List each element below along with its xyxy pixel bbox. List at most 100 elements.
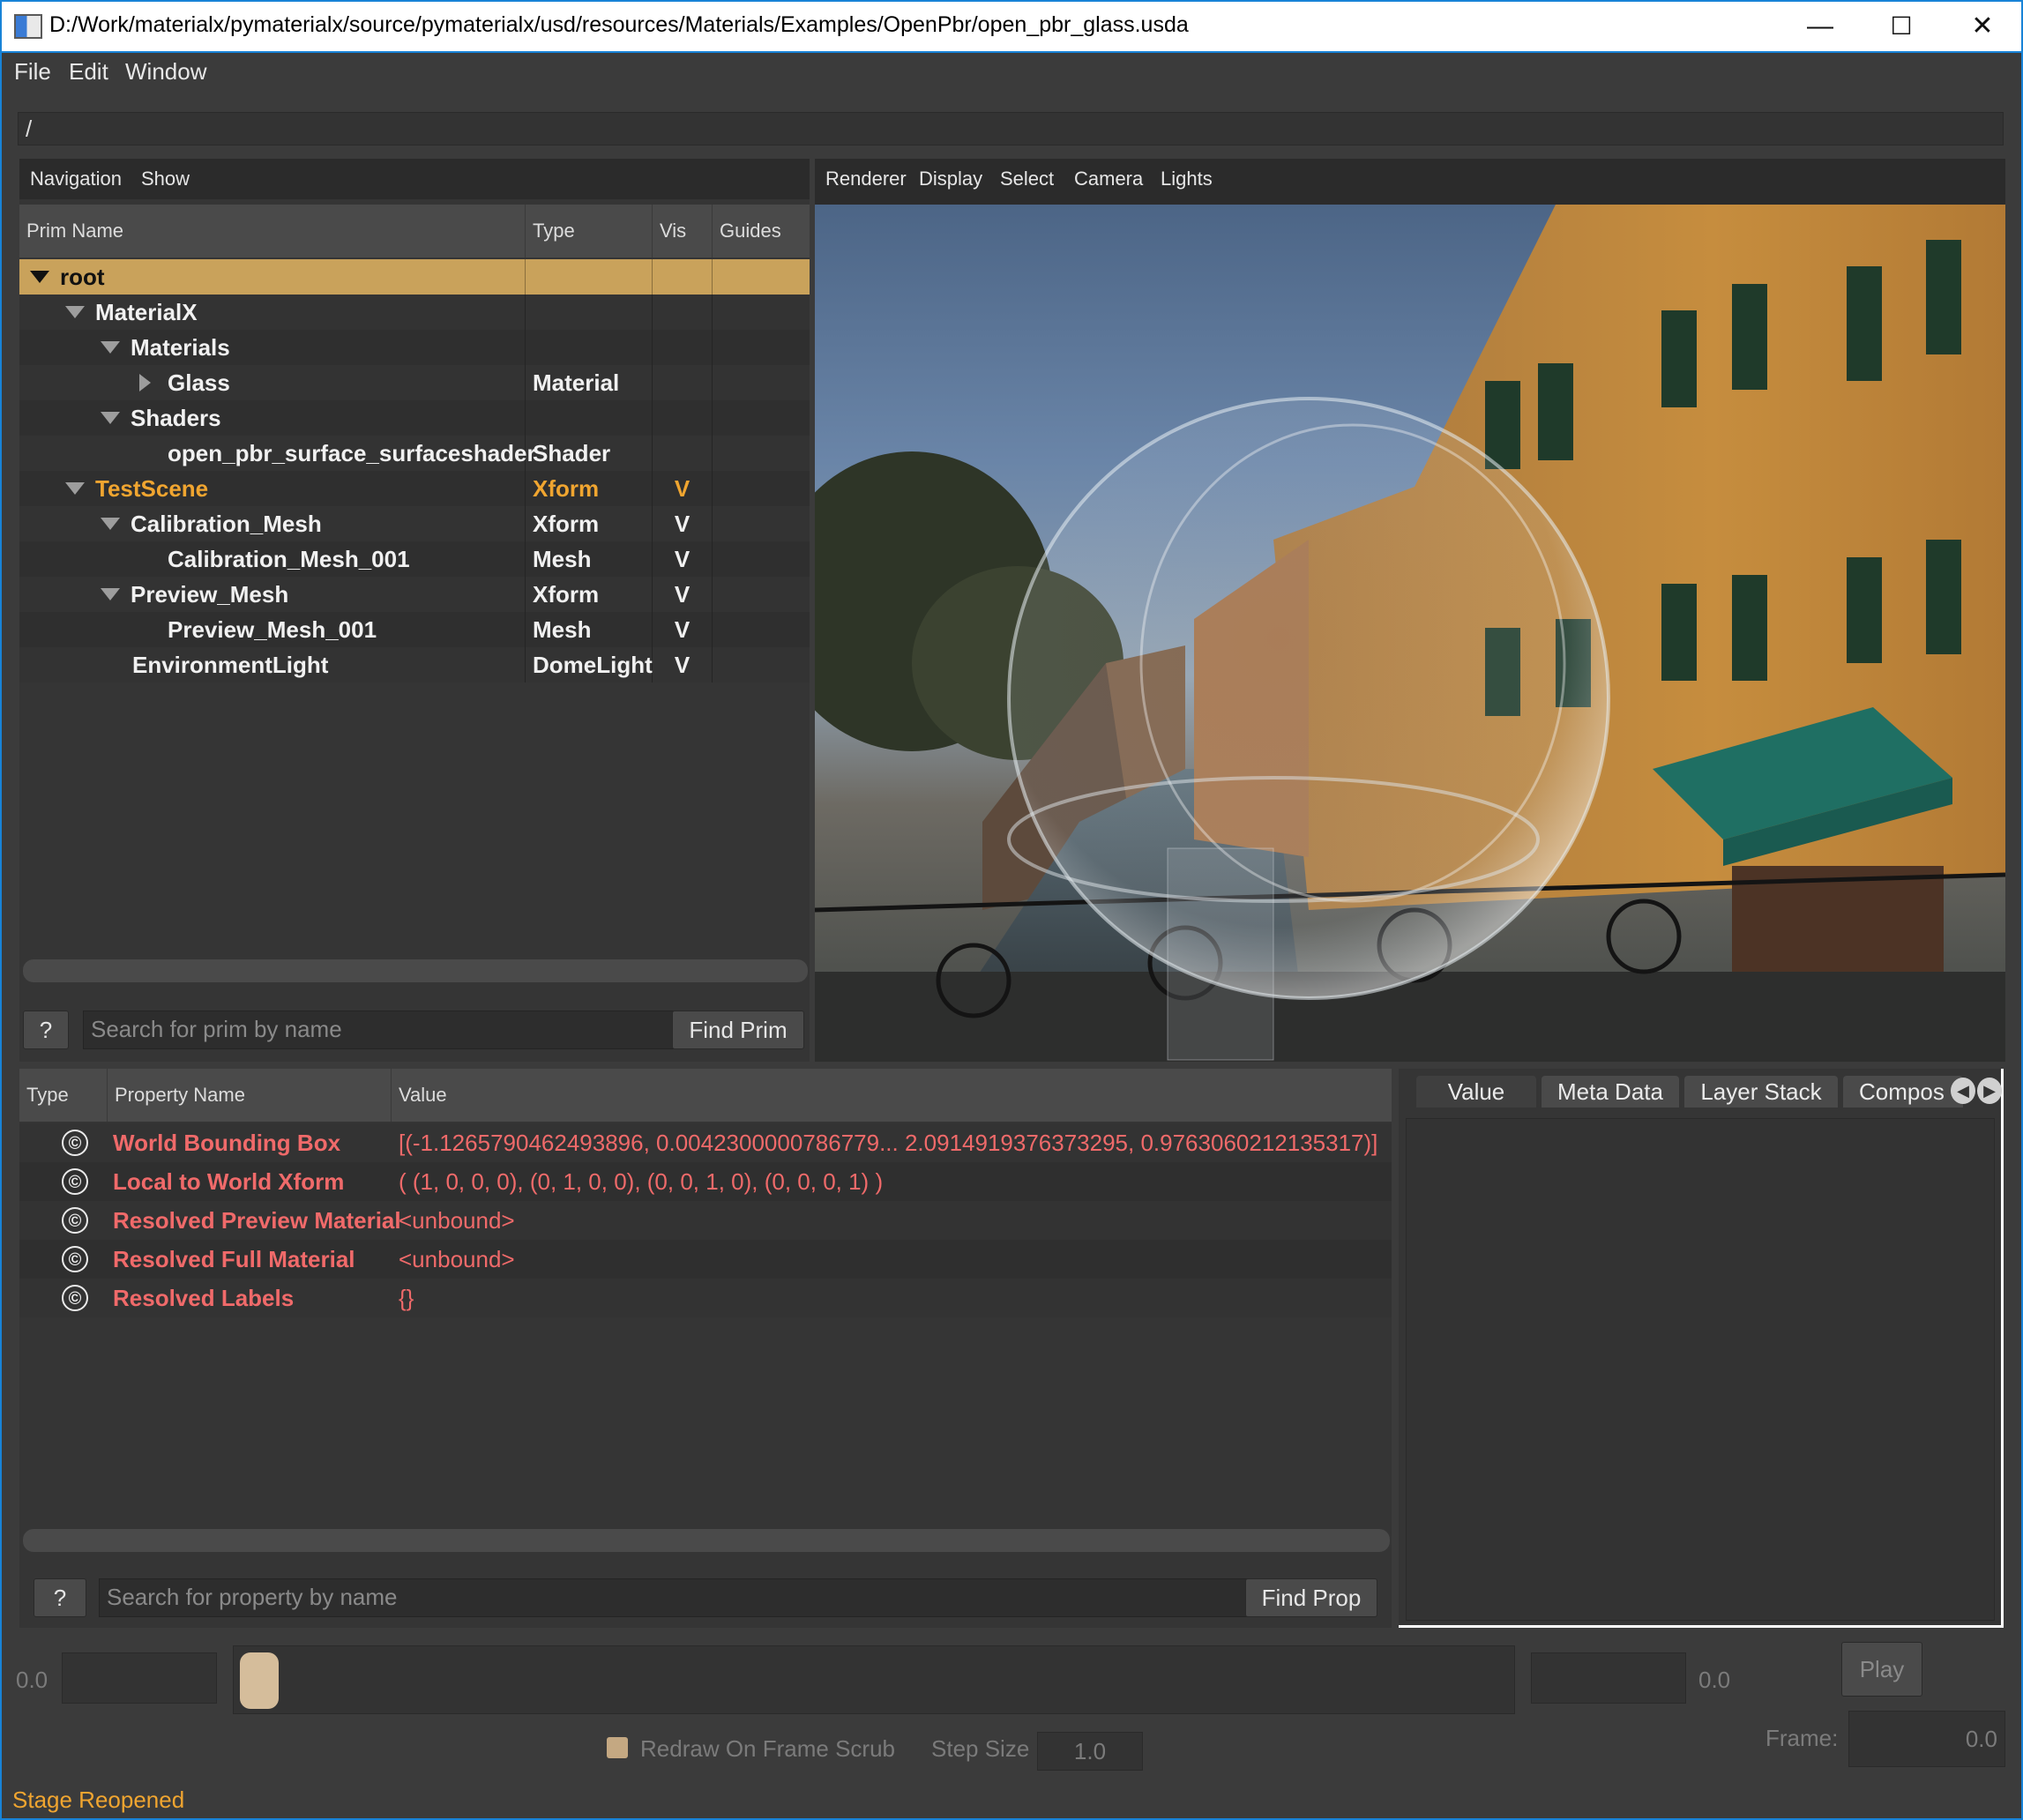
tree-row[interactable]: Calibration_Mesh_001 Mesh V <box>19 541 810 577</box>
tree-row[interactable]: Glass Material <box>19 365 810 400</box>
timeline-start-label: 0.0 <box>16 1667 49 1693</box>
property-horizontal-scrollbar[interactable] <box>23 1529 1390 1552</box>
lights-menu[interactable]: Lights <box>1161 168 1213 190</box>
menu-bar: File Edit Window <box>2 53 2021 92</box>
column-property-name[interactable]: Property Name <box>108 1069 392 1122</box>
viewport-toolbar: Renderer Display Select Camera Lights <box>815 159 2005 199</box>
column-vis[interactable]: Vis <box>653 205 713 257</box>
display-menu[interactable]: Display <box>919 168 982 190</box>
show-menu[interactable]: Show <box>141 168 190 190</box>
visibility-toggle[interactable]: V <box>653 506 713 541</box>
timeline-slider-handle[interactable] <box>240 1652 279 1709</box>
column-type[interactable]: Type <box>526 205 653 257</box>
prim-help-button[interactable]: ? <box>23 1011 69 1049</box>
tree-row[interactable]: Calibration_Mesh Xform V <box>19 506 810 541</box>
path-field[interactable]: / <box>18 112 2004 145</box>
prim-horizontal-scrollbar[interactable] <box>23 959 808 982</box>
3d-viewport[interactable] <box>815 205 2005 1062</box>
property-help-button[interactable]: ? <box>34 1578 86 1617</box>
rendered-scene-image <box>815 205 2005 1062</box>
computed-property-icon: © <box>62 1168 88 1195</box>
redraw-checkbox[interactable] <box>607 1737 628 1758</box>
prim-search-input[interactable]: Search for prim by name <box>83 1011 677 1049</box>
find-prop-button[interactable]: Find Prop <box>1245 1578 1377 1617</box>
renderer-menu[interactable]: Renderer <box>825 168 907 190</box>
property-browser: Type Property Name Value © World Boundin… <box>19 1069 1392 1628</box>
maximize-button[interactable]: ☐ <box>1861 2 1942 53</box>
start-frame-field[interactable] <box>62 1652 217 1704</box>
title-bar: D:/Work/materialx/pymaterialx/source/pym… <box>0 0 2023 53</box>
tree-row[interactable]: Shaders <box>19 400 810 436</box>
menu-window[interactable]: Window <box>125 58 206 86</box>
visibility-toggle[interactable]: V <box>653 612 713 647</box>
property-table-header: Type Property Name Value <box>19 1069 1392 1122</box>
end-frame-field[interactable] <box>1531 1652 1686 1704</box>
property-row[interactable]: © Resolved Full Material <unbound> <box>19 1240 1392 1279</box>
tab-scroll-left-icon[interactable]: ◀ <box>1951 1078 1975 1104</box>
tree-row[interactable]: TestScene Xform V <box>19 471 810 506</box>
tab-scroll-right-icon[interactable]: ▶ <box>1977 1078 2002 1104</box>
expand-arrow-icon[interactable] <box>30 271 49 283</box>
find-prim-button[interactable]: Find Prim <box>672 1011 804 1049</box>
status-bar-message: Stage Reopened <box>12 1786 185 1813</box>
step-size-label: Step Size <box>931 1735 1030 1762</box>
column-type[interactable]: Type <box>19 1069 108 1122</box>
menu-file[interactable]: File <box>14 58 51 86</box>
property-row[interactable]: © World Bounding Box [(-1.12657904624938… <box>19 1123 1392 1162</box>
window-title: D:/Work/materialx/pymaterialx/source/pym… <box>49 12 1189 37</box>
tree-row[interactable]: Preview_Mesh Xform V <box>19 577 810 612</box>
computed-property-icon: © <box>62 1285 88 1311</box>
property-row[interactable]: © Resolved Labels {} <box>19 1279 1392 1317</box>
close-button[interactable]: ✕ <box>1942 2 2023 53</box>
computed-property-icon: © <box>62 1130 88 1156</box>
tree-row[interactable]: Preview_Mesh_001 Mesh V <box>19 612 810 647</box>
computed-property-icon: © <box>62 1207 88 1234</box>
tree-row[interactable]: EnvironmentLight DomeLight V <box>19 647 810 682</box>
frame-field[interactable]: 0.0 <box>1848 1711 2005 1767</box>
expand-arrow-icon[interactable] <box>101 588 120 600</box>
camera-menu[interactable]: Camera <box>1074 168 1143 190</box>
tab-value[interactable]: Value <box>1416 1076 1536 1108</box>
step-size-field[interactable]: 1.0 <box>1037 1732 1143 1771</box>
tab-meta-data[interactable]: Meta Data <box>1542 1076 1679 1108</box>
expand-arrow-icon[interactable] <box>101 341 120 354</box>
expand-arrow-icon[interactable] <box>65 482 85 495</box>
column-prim-name[interactable]: Prim Name <box>19 205 526 257</box>
property-search-input[interactable]: Search for property by name <box>99 1578 1250 1617</box>
tree-row[interactable]: MaterialX <box>19 295 810 330</box>
prim-toolbar: Navigation Show <box>19 159 810 199</box>
inspector-content <box>1406 1118 1995 1621</box>
collapsed-arrow-icon[interactable] <box>139 374 151 392</box>
timeline-slider[interactable] <box>233 1645 1515 1714</box>
menu-edit[interactable]: Edit <box>69 58 108 86</box>
computed-property-icon: © <box>62 1246 88 1272</box>
play-button[interactable]: Play <box>1841 1642 1922 1697</box>
tab-composition[interactable]: Compos <box>1843 1076 1963 1108</box>
frame-label: Frame: <box>1765 1725 1839 1751</box>
visibility-toggle[interactable]: V <box>653 471 713 506</box>
column-value[interactable]: Value <box>392 1069 1392 1122</box>
property-row[interactable]: © Local to World Xform ( (1, 0, 0, 0), (… <box>19 1162 1392 1201</box>
navigation-menu[interactable]: Navigation <box>30 168 122 190</box>
expand-arrow-icon[interactable] <box>101 412 120 424</box>
visibility-toggle[interactable]: V <box>653 577 713 612</box>
visibility-toggle[interactable]: V <box>653 647 713 682</box>
tab-layer-stack[interactable]: Layer Stack <box>1684 1076 1838 1108</box>
select-menu[interactable]: Select <box>1000 168 1054 190</box>
property-row[interactable]: © Resolved Preview Material <unbound> <box>19 1201 1392 1240</box>
timeline-end-label: 0.0 <box>1698 1667 1731 1693</box>
prim-tree: root MaterialX Materials Glass Material … <box>19 259 810 647</box>
app-icon <box>14 14 42 39</box>
prim-table-header: Prim Name Type Vis Guides <box>19 205 810 257</box>
tree-row[interactable]: open_pbr_surface_surfaceshader Shader <box>19 436 810 471</box>
expand-arrow-icon[interactable] <box>65 306 85 318</box>
redraw-label: Redraw On Frame Scrub <box>640 1735 895 1762</box>
minimize-button[interactable]: — <box>1780 2 1861 53</box>
prim-browser: Navigation Show Prim Name Type Vis Guide… <box>19 159 810 1062</box>
property-inspector <box>1399 1069 2004 1628</box>
tree-row[interactable]: Materials <box>19 330 810 365</box>
visibility-toggle[interactable]: V <box>653 541 713 577</box>
expand-arrow-icon[interactable] <box>101 518 120 530</box>
column-guides[interactable]: Guides <box>713 205 810 257</box>
tree-row[interactable]: root <box>19 259 810 295</box>
